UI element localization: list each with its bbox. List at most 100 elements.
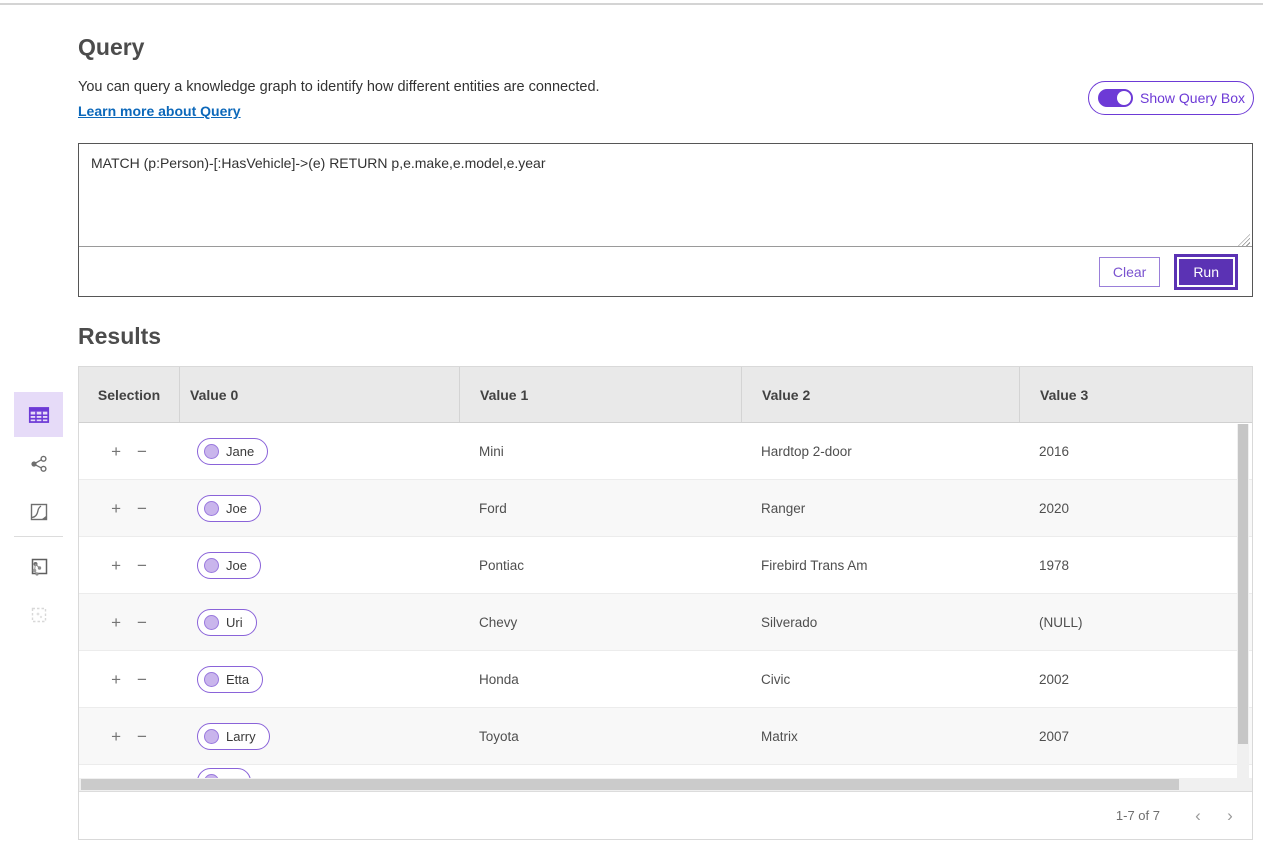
value1-cell: Honda (459, 651, 741, 707)
add-to-selection-button[interactable]: + (111, 500, 121, 517)
value2-cell: Civic (741, 651, 1019, 707)
entity-node-icon (204, 672, 219, 687)
value3-cell: 1978 (1019, 537, 1252, 593)
vertical-scrollbar[interactable] (1237, 424, 1249, 778)
table-row: + − Joe Ford Ranger 2020 (79, 480, 1252, 537)
disabled-selection-icon (27, 603, 51, 627)
entity-name: Larry (226, 729, 256, 744)
entity-pill[interactable]: Jane (197, 438, 268, 465)
entity-cell: Larry (179, 708, 459, 764)
toggle-switch-icon[interactable] (1098, 89, 1133, 107)
entity-pill[interactable]: Larry (197, 723, 270, 750)
entity-pill[interactable]: Etta (197, 666, 263, 693)
clear-button[interactable]: Clear (1099, 257, 1160, 287)
add-to-selection-button[interactable]: + (111, 728, 121, 745)
value1-cell: Toyota (459, 708, 741, 764)
value1-cell: Chevy (459, 594, 741, 650)
entity-name: Etta (226, 672, 249, 687)
column-header-value1[interactable]: Value 1 (459, 367, 741, 422)
add-to-selection-button[interactable]: + (111, 443, 121, 460)
run-button[interactable]: Run (1179, 259, 1233, 285)
remove-from-selection-button[interactable]: − (137, 557, 147, 574)
entity-pill[interactable]: Joe (197, 552, 261, 579)
query-footer: Clear Run (79, 247, 1252, 296)
query-description: You can query a knowledge graph to ident… (78, 79, 600, 95)
sidebar-divider (14, 536, 63, 537)
table-row: + − Uri Chevy Silverado (NULL) (79, 594, 1252, 651)
query-input[interactable]: MATCH (p:Person)-[:HasVehicle]->(e) RETU… (79, 144, 1252, 247)
value1-cell: Pontiac (459, 537, 741, 593)
pagination-footer: 1-7 of 7 ‹ › (79, 791, 1252, 839)
next-page-button[interactable]: › (1214, 806, 1246, 826)
query-panel: MATCH (p:Person)-[:HasVehicle]->(e) RETU… (78, 143, 1253, 297)
table-row: + − Larry Toyota Matrix 2007 (79, 708, 1252, 765)
entity-node-icon (204, 729, 219, 744)
add-to-link-chart-icon (27, 555, 51, 579)
table-row-partial (79, 765, 1252, 778)
selection-cell: + − (79, 480, 179, 536)
vertical-scrollbar-thumb[interactable] (1238, 424, 1248, 744)
column-header-value3[interactable]: Value 3 (1019, 367, 1252, 422)
value1-cell: Mini (459, 423, 741, 479)
entity-node-icon (204, 444, 219, 459)
remove-from-selection-button[interactable]: − (137, 728, 147, 745)
remove-from-selection-button[interactable]: − (137, 443, 147, 460)
results-table-panel: Selection Value 0 Value 1 Value 2 Value … (78, 366, 1253, 840)
entity-pill-clipped (197, 768, 251, 778)
sidebar-item-add-selection-disabled (14, 592, 63, 637)
remove-from-selection-button[interactable]: − (137, 671, 147, 688)
add-to-selection-button[interactable]: + (111, 671, 121, 688)
entity-name: Jane (226, 444, 254, 459)
entity-cell: Joe (179, 480, 459, 536)
value3-cell: 2002 (1019, 651, 1252, 707)
entity-cell: Uri (179, 594, 459, 650)
link-chart-icon (27, 452, 51, 476)
value3-cell: 2007 (1019, 708, 1252, 764)
value3-cell: 2020 (1019, 480, 1252, 536)
show-query-box-toggle[interactable]: Show Query Box (1088, 81, 1254, 115)
sidebar-item-table-view[interactable] (14, 392, 63, 437)
entity-cell: Etta (179, 651, 459, 707)
value2-cell: Ranger (741, 480, 1019, 536)
selection-cell: + − (79, 537, 179, 593)
previous-page-button[interactable]: ‹ (1182, 806, 1214, 826)
remove-from-selection-button[interactable]: − (137, 500, 147, 517)
add-to-selection-button[interactable]: + (111, 614, 121, 631)
entity-node-icon (204, 558, 219, 573)
column-header-value0[interactable]: Value 0 (179, 367, 459, 422)
toggle-label: Show Query Box (1140, 90, 1245, 106)
sidebar-item-link-chart-view[interactable] (14, 441, 63, 486)
table-body: + − Jane Mini Hardtop 2-door 2016 + − Jo… (79, 423, 1252, 765)
map-view-icon (27, 500, 51, 524)
table-row: + − Etta Honda Civic 2002 (79, 651, 1252, 708)
table-row: + − Jane Mini Hardtop 2-door 2016 (79, 423, 1252, 480)
page-range-label: 1-7 of 7 (1116, 808, 1160, 823)
entity-pill[interactable]: Uri (197, 609, 257, 636)
value2-cell: Silverado (741, 594, 1019, 650)
column-header-selection[interactable]: Selection (79, 367, 179, 422)
selection-cell: + − (79, 594, 179, 650)
query-section-title: Query (78, 34, 144, 61)
entity-cell: Joe (179, 537, 459, 593)
add-to-selection-button[interactable]: + (111, 557, 121, 574)
table-view-icon (26, 402, 52, 428)
sidebar-item-add-to-link-chart[interactable] (14, 544, 63, 589)
column-header-value2[interactable]: Value 2 (741, 367, 1019, 422)
remove-from-selection-button[interactable]: − (137, 614, 147, 631)
horizontal-scrollbar-thumb[interactable] (81, 779, 1179, 790)
selection-cell: + − (79, 423, 179, 479)
selection-cell: + − (79, 651, 179, 707)
entity-node-icon (204, 501, 219, 516)
entity-node-icon (204, 615, 219, 630)
entity-cell: Jane (179, 423, 459, 479)
horizontal-scrollbar[interactable] (79, 778, 1252, 791)
sidebar-item-map-view[interactable] (14, 489, 63, 534)
value1-cell: Ford (459, 480, 741, 536)
entity-pill[interactable]: Joe (197, 495, 261, 522)
page-top-border (0, 3, 1263, 5)
value2-cell: Firebird Trans Am (741, 537, 1019, 593)
learn-more-link[interactable]: Learn more about Query (78, 103, 241, 119)
run-button-focus-ring: Run (1174, 254, 1238, 290)
value3-cell: 2016 (1019, 423, 1252, 479)
table-header-row: Selection Value 0 Value 1 Value 2 Value … (79, 367, 1252, 423)
